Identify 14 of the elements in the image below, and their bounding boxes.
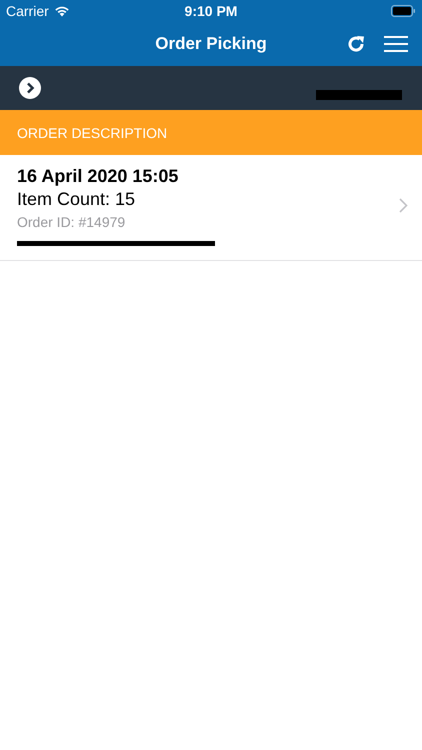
order-row[interactable]: 16 April 2020 15:05 Item Count: 15 Order ID: #14979 xyxy=(0,155,422,261)
wifi-icon xyxy=(54,5,70,17)
chevron-icon xyxy=(399,198,408,213)
battery-icon xyxy=(391,5,416,17)
order-date: 16 April 2020 15:05 xyxy=(17,165,180,187)
order-id: Order ID: #14979 xyxy=(17,213,126,232)
menu-icon[interactable] xyxy=(384,35,408,53)
item-count: Item Count: 15 xyxy=(17,188,136,211)
refresh-icon[interactable] xyxy=(346,34,366,54)
clock: 9:10 PM xyxy=(184,3,238,19)
forward-icon[interactable] xyxy=(19,77,41,99)
carrier-label: Carrier xyxy=(6,3,49,19)
section-title: ORDER DESCRIPTION xyxy=(17,124,168,140)
nav-title: Order Picking xyxy=(155,34,267,54)
